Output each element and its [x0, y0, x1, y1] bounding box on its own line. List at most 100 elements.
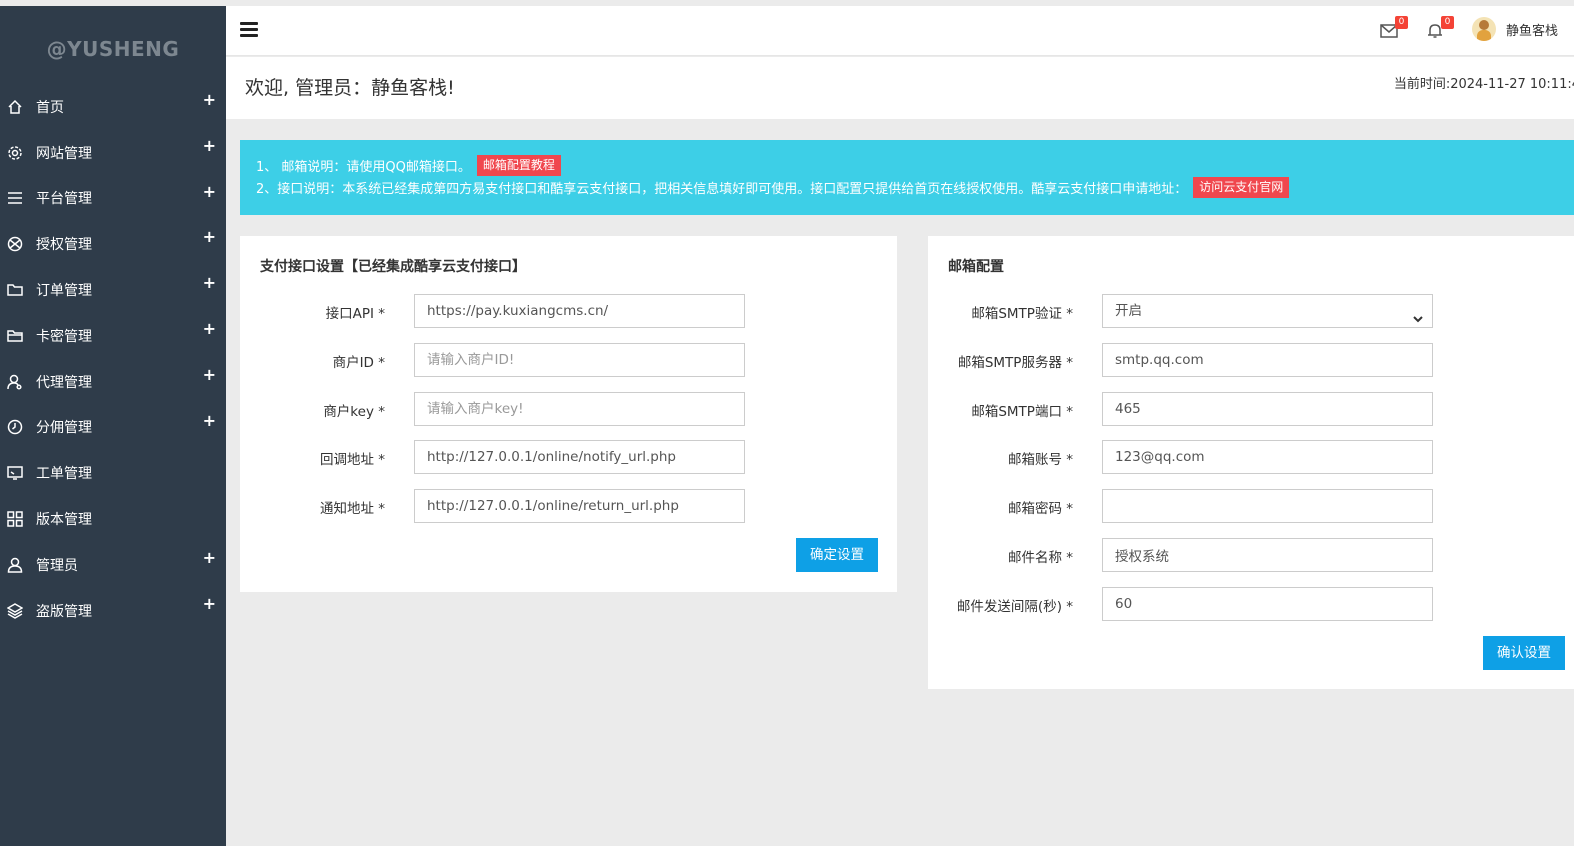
sidebar-item-label: 首页	[36, 99, 64, 116]
list-icon	[6, 189, 24, 207]
form-row: 邮箱密码 *	[928, 489, 1574, 523]
mail-tutorial-button[interactable]: 邮箱配置教程	[476, 154, 561, 176]
field-label: 邮件名称 *	[1007, 550, 1073, 566]
field-label: 商户ID *	[332, 355, 385, 371]
notice-text: 1、 邮箱说明：请使用QQ邮箱接口。	[256, 159, 471, 175]
mail-account-input[interactable]	[1102, 440, 1433, 474]
sidebar-item-orders[interactable]: 订单管理 +	[0, 267, 226, 313]
sidebar-item-piracy[interactable]: 盗版管理 +	[0, 588, 226, 634]
return-url-input[interactable]	[414, 489, 745, 523]
folder-icon	[6, 281, 24, 299]
smtp-port-input[interactable]	[1102, 392, 1433, 426]
sidebar-item-license[interactable]: 授权管理 +	[0, 221, 226, 267]
sidebar-item-agents[interactable]: 代理管理 +	[0, 359, 226, 405]
field-label: 接口API *	[325, 306, 385, 322]
sidebar-item-platform[interactable]: 平台管理 +	[0, 176, 226, 222]
field-label: 通知地址 *	[319, 501, 385, 517]
expand-icon: +	[202, 410, 216, 430]
form-row: 邮件发送间隔(秒) *	[928, 587, 1574, 621]
form-row: 邮箱账号 *	[928, 440, 1574, 474]
form-row: 接口API *	[240, 294, 897, 328]
sidebar-item-home[interactable]: 首页 +	[0, 84, 226, 130]
smtp-server-input[interactable]	[1102, 343, 1433, 377]
user-search-icon	[6, 373, 24, 391]
chevron-down-icon	[1412, 305, 1424, 323]
panel-title: 支付接口设置【已经集成酷享云支付接口】	[260, 259, 526, 275]
mail-name-input[interactable]	[1102, 538, 1433, 572]
mail-save-button[interactable]: 确认设置	[1483, 636, 1565, 670]
user-icon	[6, 556, 24, 574]
field-label: 邮箱SMTP验证 *	[971, 306, 1073, 322]
notice-line: 1、 邮箱说明：请使用QQ邮箱接口。 邮箱配置教程	[256, 154, 1574, 176]
notify-url-input[interactable]	[414, 440, 745, 474]
sidebar-item-admins[interactable]: 管理员 +	[0, 542, 226, 588]
welcome-bar: 欢迎, 管理员：静鱼客栈! 当前时间:2024-11-27 10:11:4	[226, 57, 1574, 119]
sidebar-item-tickets[interactable]: 工单管理	[0, 450, 226, 496]
home-icon	[6, 98, 24, 116]
current-time: 当前时间:2024-11-27 10:11:4	[1393, 77, 1574, 92]
sidebar-item-versions[interactable]: 版本管理	[0, 496, 226, 542]
sidebar-item-label: 管理员	[36, 557, 78, 574]
send-interval-input[interactable]	[1102, 587, 1433, 621]
clock-icon	[6, 418, 24, 436]
field-label: 邮件发送间隔(秒) *	[956, 599, 1073, 615]
layers-icon	[6, 602, 24, 620]
top-bar: 0 0 静鱼客栈	[226, 6, 1574, 56]
form-row: 商户key *	[240, 392, 897, 426]
expand-icon: +	[202, 135, 216, 155]
gear-icon	[6, 144, 24, 162]
user-menu[interactable]: 静鱼客栈	[1471, 17, 1558, 41]
merchant-id-input[interactable]	[414, 343, 745, 377]
field-label: 商户key *	[323, 404, 385, 420]
menu-toggle-icon[interactable]	[240, 22, 258, 38]
grid-icon	[6, 510, 24, 528]
merchant-key-input[interactable]	[414, 392, 745, 426]
sidebar-item-label: 卡密管理	[36, 328, 92, 345]
sidebar-item-label: 盗版管理	[36, 603, 92, 620]
user-name: 静鱼客栈	[1505, 23, 1558, 39]
sidebar-item-label: 订单管理	[36, 283, 92, 300]
sidebar-item-label: 平台管理	[36, 191, 92, 208]
sidebar-item-label: 网站管理	[36, 145, 92, 162]
sidebar-item-cards[interactable]: 卡密管理 +	[0, 313, 226, 359]
bell-badge: 0	[1441, 16, 1454, 29]
form-row: 邮箱SMTP端口 *	[928, 392, 1574, 426]
sidebar-item-commission[interactable]: 分佣管理 +	[0, 405, 226, 451]
payment-save-button[interactable]: 确定设置	[796, 538, 878, 572]
visit-pay-site-button[interactable]: 访问云支付官网	[1193, 176, 1290, 198]
sidebar-item-label: 版本管理	[36, 512, 92, 529]
form-row: 通知地址 *	[240, 489, 897, 523]
field-label: 邮箱密码 *	[1007, 501, 1073, 517]
api-url-input[interactable]	[414, 294, 745, 328]
expand-icon: +	[202, 227, 216, 247]
form-row: 商户ID *	[240, 343, 897, 377]
expand-icon: +	[202, 318, 216, 338]
mail-badge: 0	[1395, 16, 1408, 29]
select-value: 开启	[1115, 303, 1142, 319]
mail-settings-panel: 邮箱配置 邮箱SMTP验证 * 开启 邮箱SMTP服务器 * 邮箱SMTP端口 …	[928, 236, 1574, 689]
notice-text: 2、接口说明：本系统已经集成第四方易支付接口和酷享云支付接口，把相关信息填好即可…	[256, 181, 1188, 197]
field-label: 回调地址 *	[319, 452, 385, 468]
field-label: 邮箱账号 *	[1007, 452, 1073, 468]
mail-icon[interactable]: 0	[1380, 16, 1408, 41]
logo: @YUSHENG	[46, 37, 180, 61]
notice-line: 2、接口说明：本系统已经集成第四方易支付接口和酷享云支付接口，把相关信息填好即可…	[256, 176, 1574, 198]
mail-password-input[interactable]	[1102, 489, 1433, 523]
expand-icon: +	[202, 90, 216, 109]
monitor-icon	[6, 464, 24, 482]
smtp-auth-select[interactable]: 开启	[1102, 294, 1433, 328]
bell-icon[interactable]: 0	[1426, 16, 1454, 41]
expand-icon: +	[202, 547, 216, 567]
expand-icon: +	[202, 593, 216, 613]
panel-title: 邮箱配置	[948, 259, 1004, 275]
form-row: 回调地址 *	[240, 440, 897, 474]
page-title: 欢迎, 管理员：静鱼客栈!	[245, 77, 455, 99]
sidebar-item-label: 分佣管理	[36, 420, 92, 437]
form-row: 邮箱SMTP验证 * 开启	[928, 294, 1574, 328]
field-label: 邮箱SMTP服务器 *	[957, 355, 1073, 371]
expand-icon: +	[202, 273, 216, 293]
sidebar-item-label: 授权管理	[36, 237, 92, 254]
payment-settings-panel: 支付接口设置【已经集成酷享云支付接口】 接口API * 商户ID * 商户key…	[240, 236, 897, 592]
sidebar-item-site[interactable]: 网站管理 +	[0, 130, 226, 176]
folder-open-icon	[6, 327, 24, 345]
